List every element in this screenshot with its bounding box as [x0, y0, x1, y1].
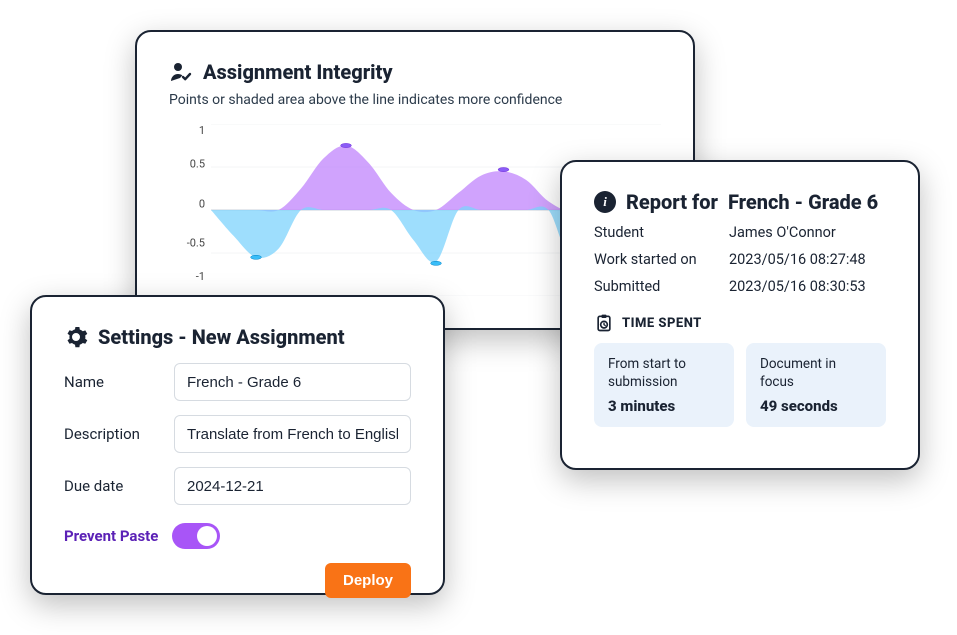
report-rows: Student James O'Connor Work started on 2… — [594, 224, 886, 295]
chart-y-ticks: 1 0.5 0 -0.5 -1 — [169, 124, 205, 296]
form-row-due-date: Due date — [64, 467, 411, 505]
settings-actions: Deploy — [64, 563, 411, 598]
time-card-submission: From start to submission 3 minutes — [594, 343, 734, 427]
report-row-submitted: Submitted 2023/05/16 08:30:53 — [594, 278, 886, 295]
time-spent-section: TIME SPENT From start to submission 3 mi… — [594, 313, 886, 427]
y-tick: -0.5 — [169, 237, 205, 250]
settings-card: Settings - New Assignment Name Descripti… — [30, 295, 445, 595]
time-cards: From start to submission 3 minutes Docum… — [594, 343, 886, 427]
deploy-button[interactable]: Deploy — [325, 563, 411, 598]
info-icon: i — [594, 191, 616, 213]
form-row-name: Name — [64, 363, 411, 401]
form-row-prevent-paste: Prevent Paste — [64, 523, 411, 549]
settings-header: Settings - New Assignment — [64, 325, 411, 349]
settings-title: Settings - New Assignment — [98, 325, 345, 349]
report-label: Submitted — [594, 278, 729, 295]
time-card-focus: Document in focus 49 seconds — [746, 343, 886, 427]
report-title: Report for French - Grade 6 — [626, 190, 878, 214]
description-label: Description — [64, 425, 174, 443]
time-spent-header: TIME SPENT — [594, 313, 886, 333]
y-tick: 1 — [169, 124, 205, 137]
due-date-input[interactable] — [174, 467, 411, 505]
report-label: Student — [594, 224, 729, 241]
y-tick: -1 — [169, 270, 205, 283]
time-card-caption: Document in focus — [760, 355, 872, 391]
report-card: i Report for French - Grade 6 Student Ja… — [560, 160, 920, 470]
person-check-icon — [169, 60, 193, 84]
due-date-label: Due date — [64, 477, 174, 495]
report-title-subject: French - Grade 6 — [728, 190, 878, 214]
report-row-student: Student James O'Connor — [594, 224, 886, 241]
form-row-description: Description — [64, 415, 411, 453]
report-label: Work started on — [594, 251, 729, 268]
integrity-title: Assignment Integrity — [203, 60, 393, 84]
y-tick: 0.5 — [169, 157, 205, 170]
time-spent-label: TIME SPENT — [622, 316, 702, 331]
report-value: 2023/05/16 08:30:53 — [729, 278, 886, 295]
integrity-header: Assignment Integrity — [169, 60, 661, 84]
name-label: Name — [64, 373, 174, 391]
prevent-paste-label: Prevent Paste — [64, 527, 158, 545]
report-value: James O'Connor — [729, 224, 886, 241]
time-card-value: 49 seconds — [760, 397, 872, 415]
integrity-subtitle: Points or shaded area above the line ind… — [169, 92, 661, 108]
report-title-prefix: Report for — [626, 190, 718, 214]
description-input[interactable] — [174, 415, 411, 453]
time-card-value: 3 minutes — [608, 397, 720, 415]
report-header: i Report for French - Grade 6 — [594, 190, 886, 214]
clipboard-clock-icon — [594, 313, 614, 333]
gear-icon — [64, 325, 88, 349]
y-tick: 0 — [169, 197, 205, 210]
prevent-paste-toggle[interactable] — [172, 523, 220, 549]
report-value: 2023/05/16 08:27:48 — [729, 251, 886, 268]
time-card-caption: From start to submission — [608, 355, 720, 391]
report-row-started: Work started on 2023/05/16 08:27:48 — [594, 251, 886, 268]
name-input[interactable] — [174, 363, 411, 401]
